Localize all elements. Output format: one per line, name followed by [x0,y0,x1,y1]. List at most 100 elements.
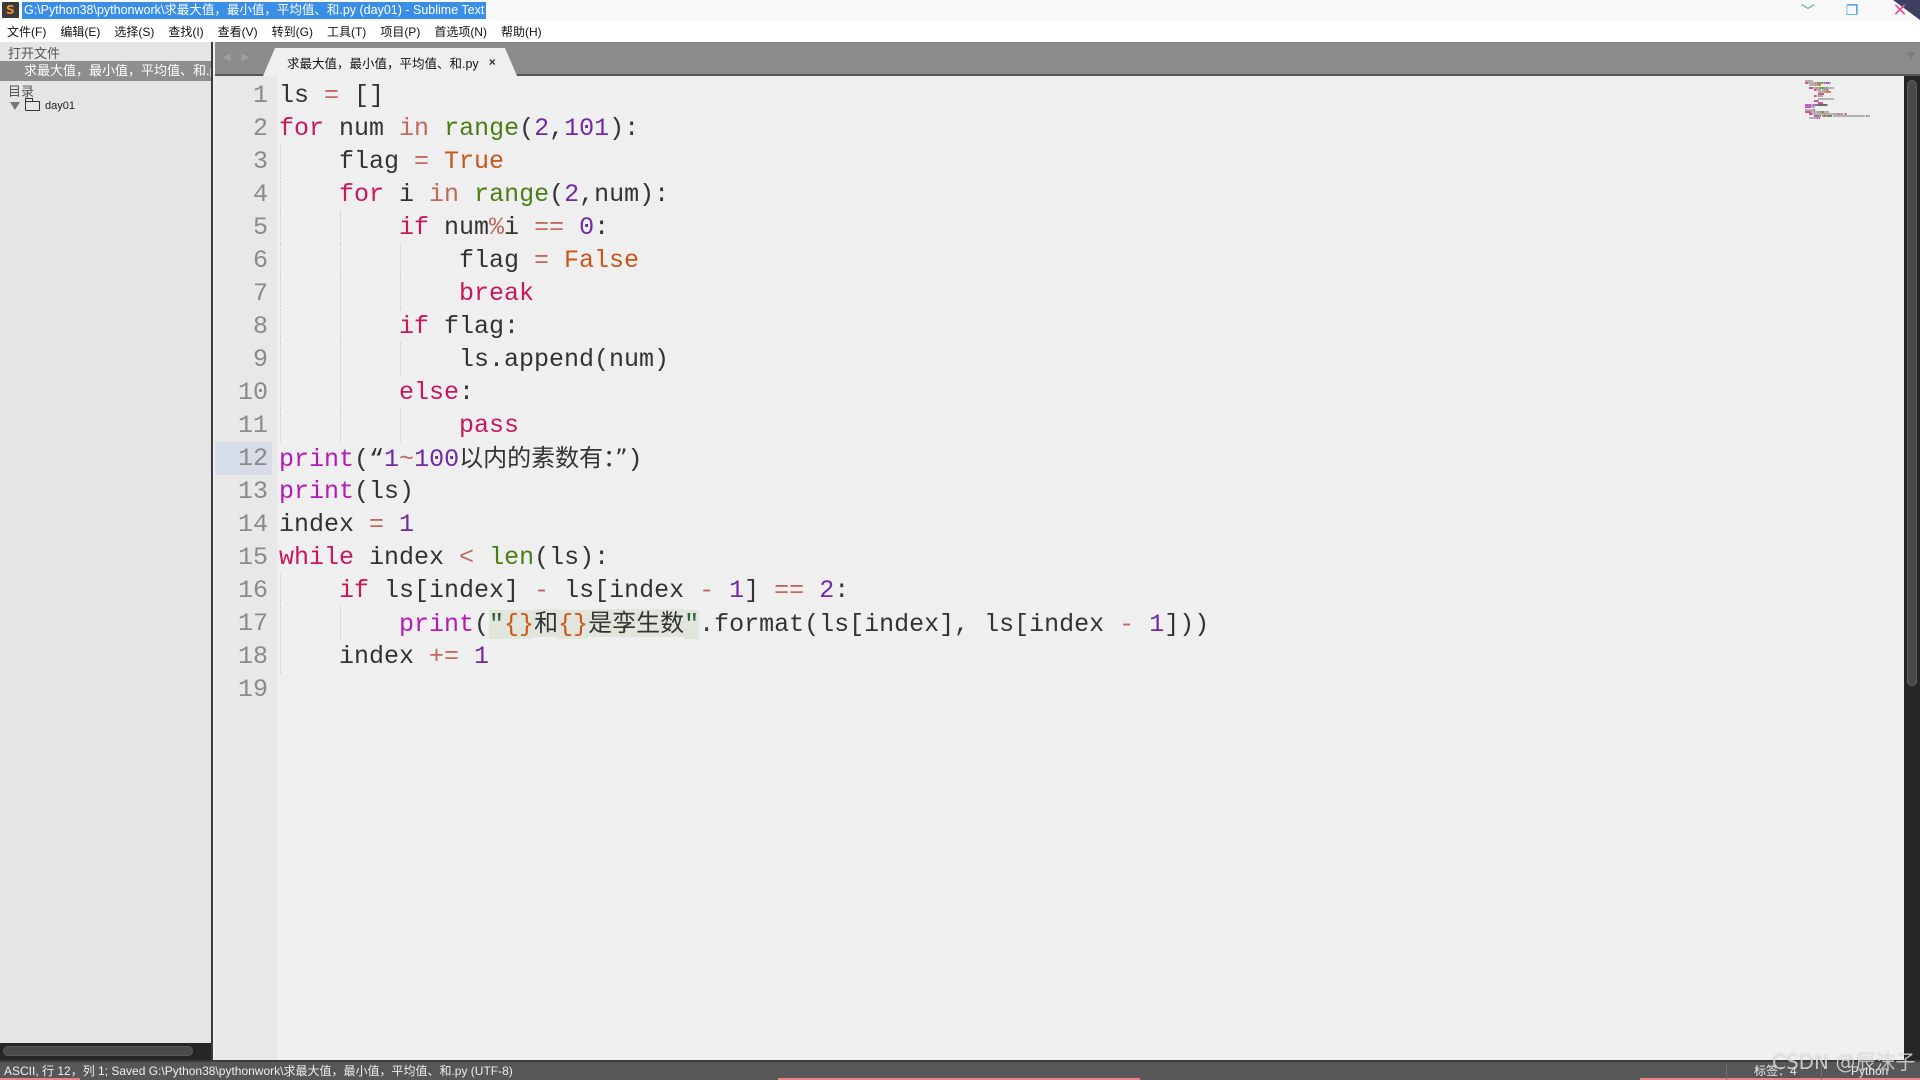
menu-project[interactable]: 项目(P) [380,23,420,40]
code-line[interactable]: flag = False [459,244,639,277]
indent-guide [340,376,341,409]
minimap[interactable] [1805,80,1885,120]
code-line[interactable]: else: [399,376,474,409]
menu-tools[interactable]: 工具(T) [327,23,366,40]
code-token: range [474,180,550,209]
code-token: (“ [354,445,385,474]
line-number: 11 [237,411,268,440]
code-line[interactable]: if ls[index] - ls[index - 1] == 2: [339,574,849,607]
code-token: print [399,610,475,639]
code-token: flag: [429,312,520,341]
tab-active-file[interactable]: 求最大值，最小值，平均值、和.py × [263,48,517,76]
indent-guide [340,409,341,442]
code-line[interactable]: ls = [] [279,79,384,112]
line-number: 10 [237,378,268,407]
line-number: 6 [252,246,268,275]
close-button[interactable]: ✕ [1880,0,1920,21]
code-line[interactable]: while index < len(ls): [279,541,609,574]
code-token: 1 [729,576,745,605]
code-token: True [444,147,505,176]
code-token: break [459,279,535,308]
code-token: 2 [564,180,580,209]
code-token: 2 [534,114,550,143]
tab-list-dropdown-icon[interactable] [1906,52,1916,60]
editor-scroll-thumb[interactable] [1907,80,1917,686]
status-message: ASCII, 行 12，列 1; Saved G:\Python38\pytho… [4,1064,513,1078]
indent-guide [280,607,281,640]
code-editor[interactable]: 1 2 3 4 5 6 7 8 9 10 11 12 13 14 15 16 17 18 19 ls = [] for… [215,76,1904,1060]
line-number: 1 [252,81,268,110]
code-token: = [414,147,430,176]
minimize-button[interactable]: ﹀ [1788,0,1828,21]
line-number: 17 [237,609,268,638]
code-token: ): [609,114,640,143]
expand-triangle-icon[interactable] [10,102,20,110]
sidebar-folder-day01[interactable]: day01 [10,98,75,112]
line-number: 9 [252,345,268,374]
indent-guide [280,211,281,244]
code-token: == [774,576,805,605]
code-line[interactable]: ls.append(num) [459,343,669,376]
code-token: flag [459,246,535,275]
sidebar-open-file[interactable]: 求最大值，最小值，平均值、和.py [0,61,211,81]
tab-nav-arrows-icon[interactable]: ◀ ▶ [223,52,253,63]
code-token: ls[index [549,576,700,605]
code-token: = [534,246,550,275]
code-token: - [534,576,550,605]
line-number: 14 [237,510,268,539]
code-token: in [429,180,460,209]
code-line[interactable]: print("{}和{}是孪生数".format(ls[index], ls[i… [399,607,1209,640]
status-divider [1726,1064,1727,1080]
code-line[interactable]: pass [459,409,519,442]
window-title: G:\Python38\pythonwork\求最大值，最小值，平均值、和.py… [22,2,487,19]
menu-find[interactable]: 查找(I) [168,23,203,40]
sidebar: 打开文件 求最大值，最小值，平均值、和.py 目录 day01 [0,42,213,1060]
code-line[interactable]: print(“1~100以内的素数有：”) [279,442,643,475]
code-line[interactable]: if flag: [399,310,519,343]
code-line[interactable]: for i in range(2,num): [339,178,669,211]
line-number: 19 [237,675,268,704]
code-line[interactable]: index += 1 [339,640,489,673]
sidebar-horizontal-scrollbar[interactable] [0,1043,211,1060]
restore-button[interactable]: ❐ [1832,0,1872,21]
menu-preferences[interactable]: 首选项(N) [434,23,487,40]
code-token: 1 [474,642,490,671]
code-token: len [489,543,535,572]
code-line[interactable]: if num%i == 0: [399,211,609,244]
code-token: index [339,642,430,671]
sidebar-scroll-thumb[interactable] [3,1046,193,1056]
indent-guide [400,343,401,376]
code-token: False [564,246,640,275]
code-line[interactable]: flag = True [339,145,504,178]
code-token: , [549,114,565,143]
line-number: 16 [237,576,268,605]
menu-goto[interactable]: 转到(G) [272,23,313,40]
menu-bar: 文件(F) 编辑(E) 选择(S) 查找(I) 查看(V) 转到(G) 工具(T… [0,21,1920,42]
menu-selection[interactable]: 选择(S) [114,23,154,40]
tab-close-icon[interactable]: × [489,55,496,69]
menu-file[interactable]: 文件(F) [7,23,46,40]
code-line[interactable]: for num in range(2,101): [279,112,639,145]
code-line[interactable]: index = 1 [279,508,414,541]
code-token: 以内的素数有：” [459,444,628,472]
indent-guide [400,277,401,310]
title-bar: G:\Python38\pythonwork\求最大值，最小值，平均值、和.py… [0,0,1920,21]
indent-guide [280,574,281,607]
code-token: 是孪生数 [588,609,685,637]
code-token: 2 [819,576,835,605]
menu-help[interactable]: 帮助(H) [501,23,542,40]
editor-vertical-scrollbar[interactable] [1904,76,1920,1060]
sublime-app-icon[interactable] [2,2,19,18]
menu-view[interactable]: 查看(V) [218,23,258,40]
code-token: ( [549,180,565,209]
code-line[interactable]: print(ls) [279,475,414,508]
code-line[interactable]: break [459,277,534,310]
menu-edit[interactable]: 编辑(E) [60,23,100,40]
code-token: in [399,114,430,143]
